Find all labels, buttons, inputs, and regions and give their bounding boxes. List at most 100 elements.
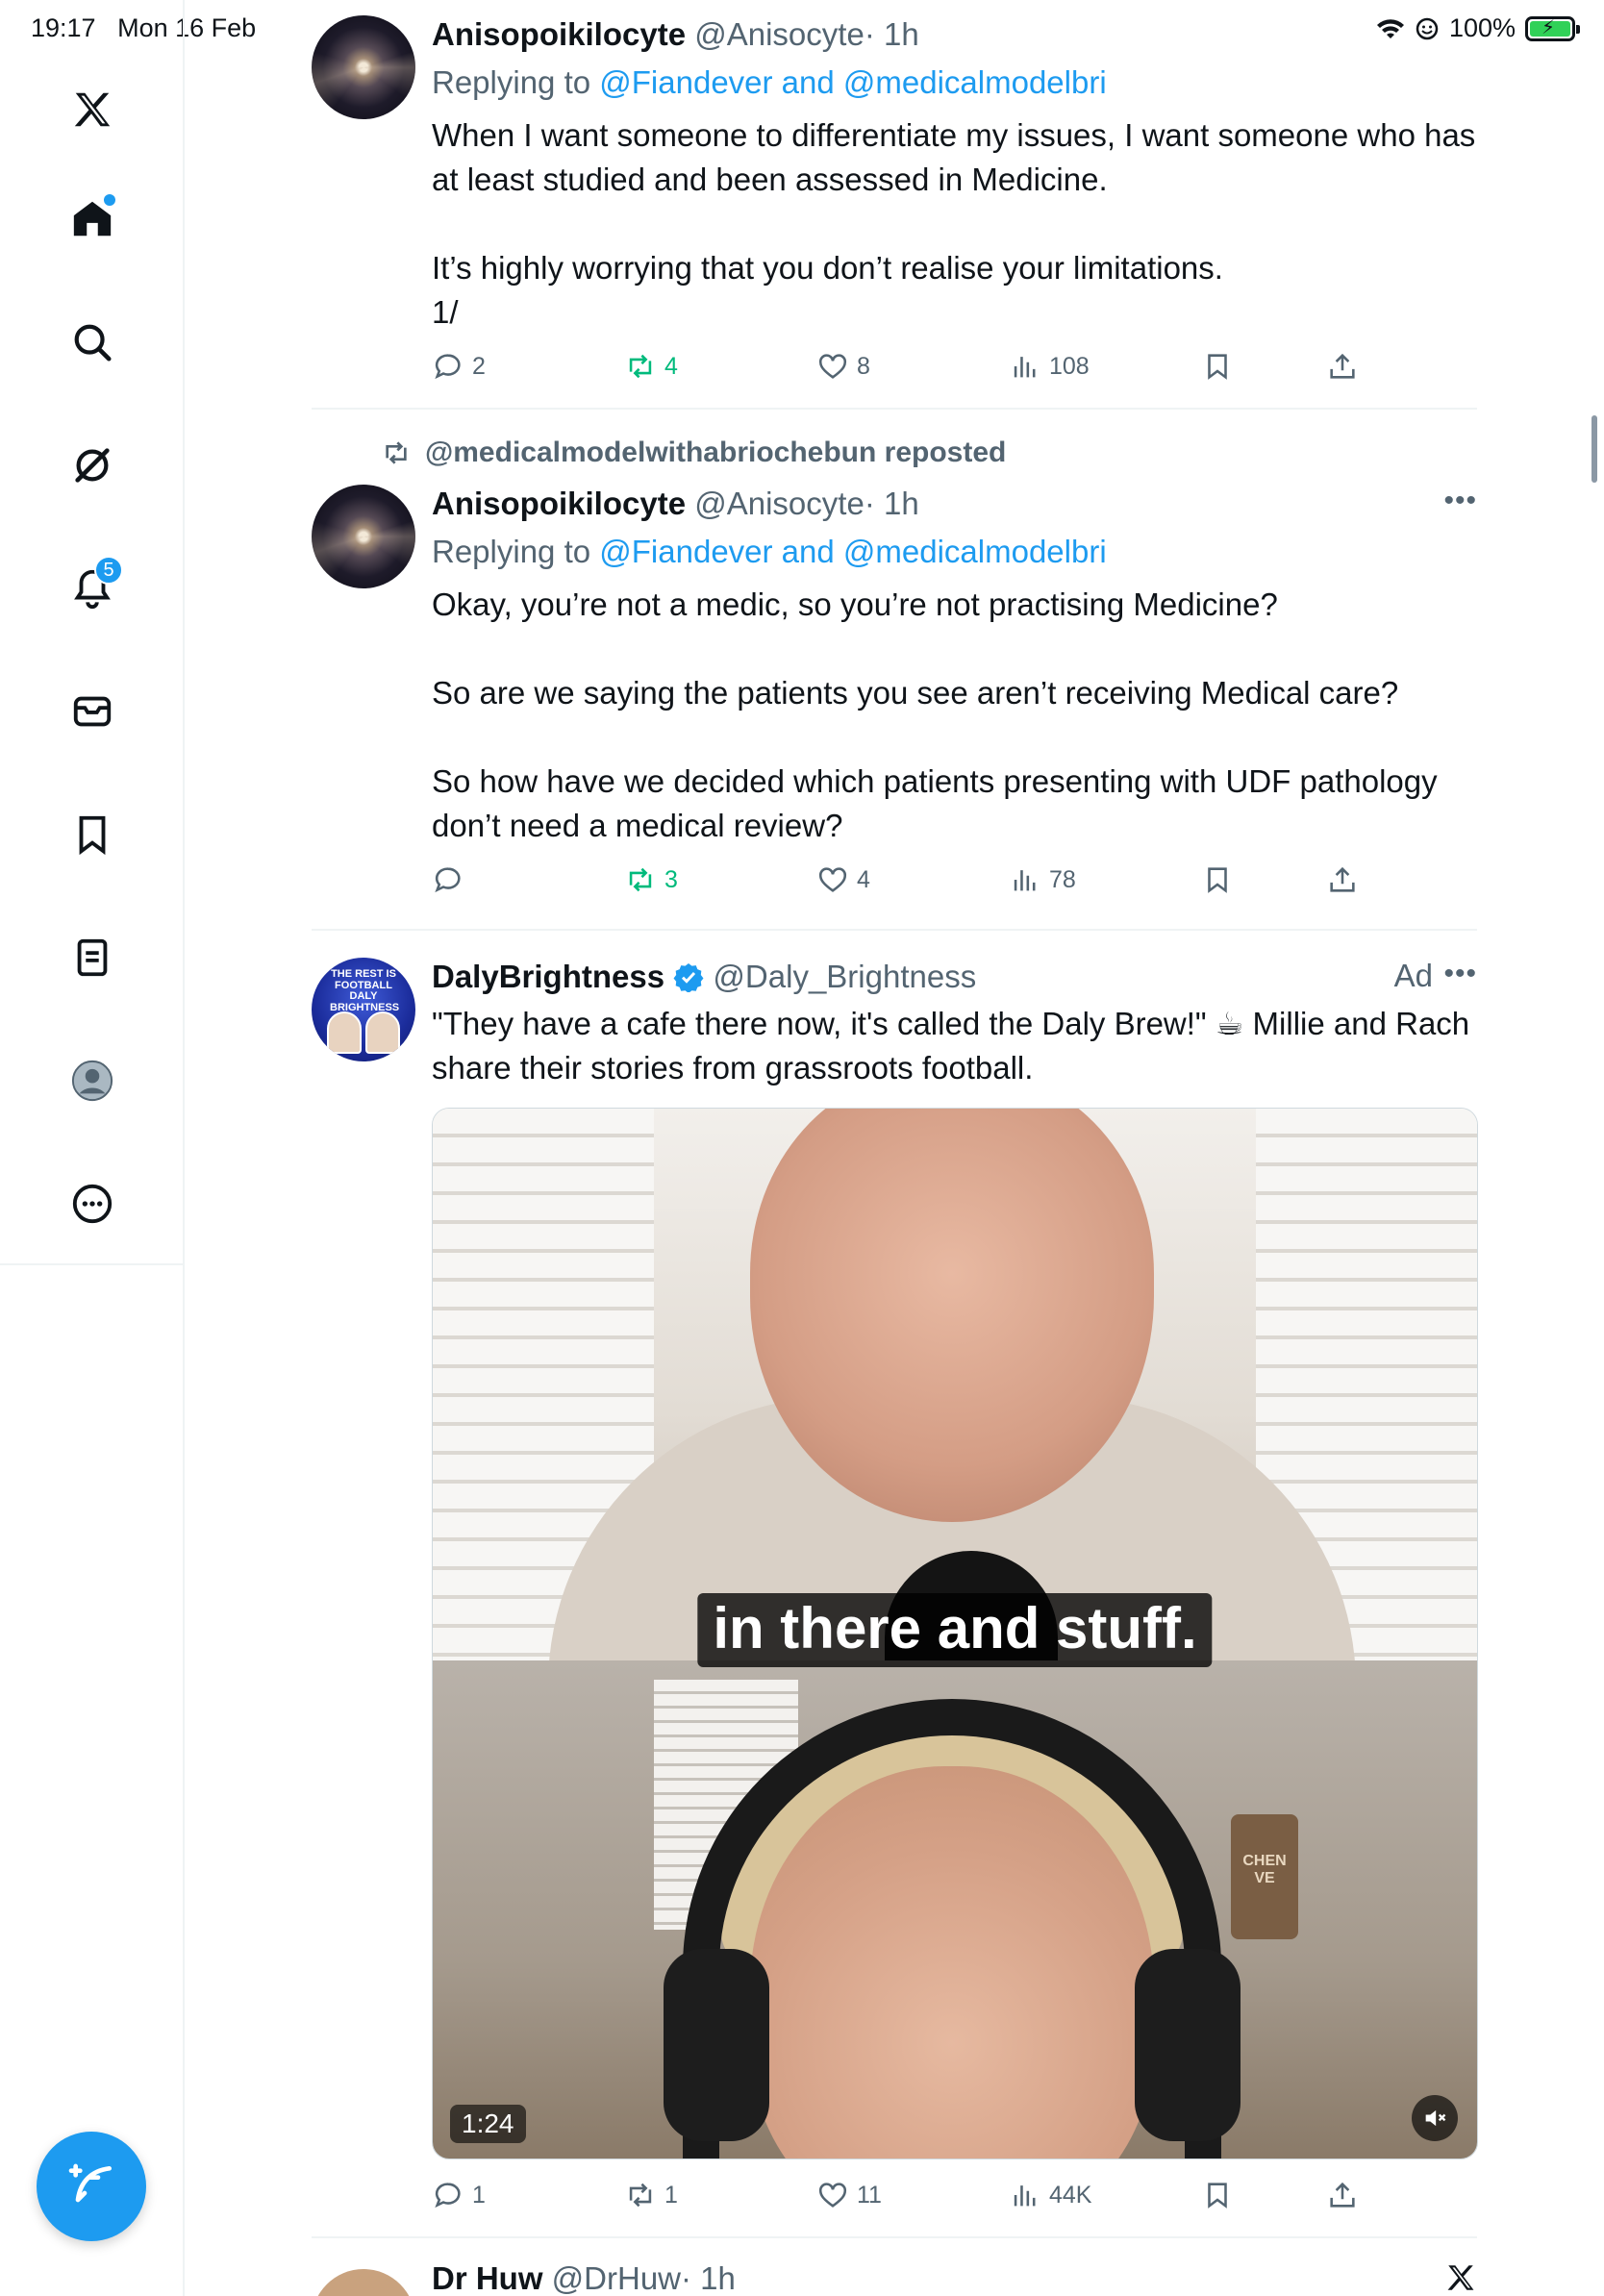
search-icon[interactable] [58, 308, 127, 377]
verified-badge-icon [673, 963, 704, 993]
video-caption: in there and stuff. [697, 1593, 1213, 1667]
video-player[interactable]: CHEN VE in there and stuff. 1:24 [432, 1108, 1478, 2159]
sidebar-divider [0, 1263, 185, 1265]
analytics-icon [1014, 2185, 1036, 2207]
author-name[interactable]: DalyBrightness [432, 959, 664, 994]
avatar[interactable] [312, 2269, 415, 2296]
view-count: 44K [1049, 2181, 1092, 2209]
tweet-header: Anisopoikilocyte @Anisocyte· 1h [432, 15, 1477, 54]
more-options-icon[interactable]: ••• [1443, 958, 1477, 990]
x-logo-icon [1444, 2261, 1477, 2296]
author-handle[interactable]: @Anisocyte [694, 16, 865, 52]
ad-label: Ad [1393, 958, 1433, 993]
grok-icon[interactable] [58, 431, 127, 500]
bookmarks-icon[interactable] [58, 800, 127, 869]
views-button[interactable]: 78 [1009, 863, 1076, 896]
scroll-indicator[interactable] [1591, 415, 1597, 483]
tweet-divider [312, 2236, 1477, 2238]
tweet[interactable]: Dr Huw @DrHuw· 1h [312, 2259, 1477, 2296]
compose-icon [68, 2163, 112, 2203]
share-button[interactable] [1326, 350, 1359, 383]
video-duration: 1:24 [450, 2105, 526, 2143]
more-icon[interactable] [58, 1169, 127, 1238]
views-button[interactable]: 44K [1009, 2179, 1091, 2211]
heart-icon [818, 867, 847, 892]
like-button[interactable]: 11 [816, 2179, 882, 2211]
tweet-actions: 3 4 78 [432, 863, 1477, 906]
author-handle[interactable]: @Daly_Brightness [713, 959, 976, 994]
tweet-text: "They have a cafe there now, it's called… [432, 1006, 1479, 1086]
profile-avatar-icon[interactable] [58, 1046, 127, 1115]
replying-to: Replying to @Fiandever and @medicalmodel… [432, 63, 1477, 102]
repost-button[interactable]: 3 [624, 863, 678, 896]
author-handle[interactable]: @DrHuw [552, 2260, 681, 2296]
bookmark-button[interactable] [1201, 863, 1234, 896]
analytics-icon [1014, 870, 1036, 891]
bookmark-button[interactable] [1201, 350, 1234, 383]
more-options-icon[interactable]: ••• [1443, 485, 1477, 517]
notification-badge: 5 [94, 556, 123, 585]
video-frame-top [433, 1109, 1477, 1705]
tweet-time: · 1h [681, 2260, 736, 2296]
view-count: 108 [1049, 352, 1090, 380]
views-button[interactable]: 108 [1009, 350, 1090, 383]
repost-context[interactable]: @medicalmodelwithabriochebun reposted [381, 437, 1006, 469]
share-button[interactable] [1326, 2179, 1359, 2211]
reply-icon [435, 354, 461, 380]
reply-button[interactable] [432, 863, 472, 896]
tweet-time: · 1h [864, 16, 919, 52]
view-count: 78 [1049, 865, 1076, 893]
x-logo-icon[interactable] [58, 75, 127, 144]
tweet-header: Dr Huw @DrHuw· 1h [432, 2259, 1477, 2296]
tweet-header: DalyBrightness @Daly_Brightness [432, 958, 1477, 996]
repost-button[interactable]: 4 [624, 350, 678, 383]
tweet-text: When I want someone to differentiate my … [432, 117, 1476, 330]
repost-count: 3 [664, 865, 678, 893]
like-button[interactable]: 8 [816, 350, 870, 383]
repost-button[interactable]: 1 [624, 2179, 678, 2211]
author-name[interactable]: Anisopoikilocyte [432, 16, 686, 52]
tweet-divider [312, 929, 1477, 931]
avatar[interactable] [312, 485, 415, 588]
bookmark-icon [1208, 2183, 1227, 2209]
repost-count: 4 [664, 352, 678, 380]
tweet-time: · 1h [864, 486, 919, 521]
author-name[interactable]: Dr Huw [432, 2260, 543, 2296]
reply-count: 1 [472, 2181, 486, 2209]
avatar[interactable] [312, 15, 415, 119]
messages-icon[interactable] [58, 677, 127, 746]
reply-button[interactable]: 2 [432, 350, 486, 383]
tweet-header: Anisopoikilocyte @Anisocyte· 1h [432, 485, 1477, 523]
avatar[interactable]: THE REST IS FOOTBALL DALY BRIGHTNESS [312, 958, 415, 1061]
sidebar: 5 [0, 0, 185, 2296]
replying-to: Replying to @Fiandever and @medicalmodel… [432, 533, 1477, 571]
home-icon[interactable] [58, 185, 127, 254]
repost-icon [629, 354, 652, 379]
tweet-text: Okay, you’re not a medic, so you’re not … [432, 586, 1438, 843]
bookmark-icon [1208, 867, 1227, 893]
lists-icon[interactable] [58, 923, 127, 992]
replying-prefix: Replying to [432, 534, 600, 569]
repost-icon [629, 2183, 652, 2208]
battery-icon [1525, 15, 1580, 41]
tweet-actions: 1 1 11 44K [432, 2179, 1477, 2221]
author-name[interactable]: Anisopoikilocyte [432, 486, 686, 521]
bookmark-button[interactable] [1201, 2179, 1234, 2211]
mute-button[interactable] [1412, 2095, 1458, 2141]
reply-button[interactable]: 1 [432, 2179, 486, 2211]
replying-prefix: Replying to [432, 64, 600, 100]
replying-mentions[interactable]: @Fiandever and @medicalmodelbri [599, 64, 1106, 100]
compose-button[interactable] [37, 2132, 146, 2241]
kitchen-sign: CHEN VE [1231, 1814, 1298, 1939]
author-handle[interactable]: @Anisocyte [694, 486, 865, 521]
tweet-actions: 2 4 8 108 [432, 350, 1477, 392]
like-count: 8 [857, 352, 870, 380]
tweet-divider [312, 408, 1477, 410]
heart-icon [818, 354, 847, 379]
notifications-icon[interactable]: 5 [58, 554, 127, 623]
muted-speaker-icon [1425, 2109, 1446, 2127]
headphone-cup [664, 1949, 769, 2141]
like-button[interactable]: 4 [816, 863, 870, 896]
share-button[interactable] [1326, 863, 1359, 896]
replying-mentions[interactable]: @Fiandever and @medicalmodelbri [599, 534, 1106, 569]
